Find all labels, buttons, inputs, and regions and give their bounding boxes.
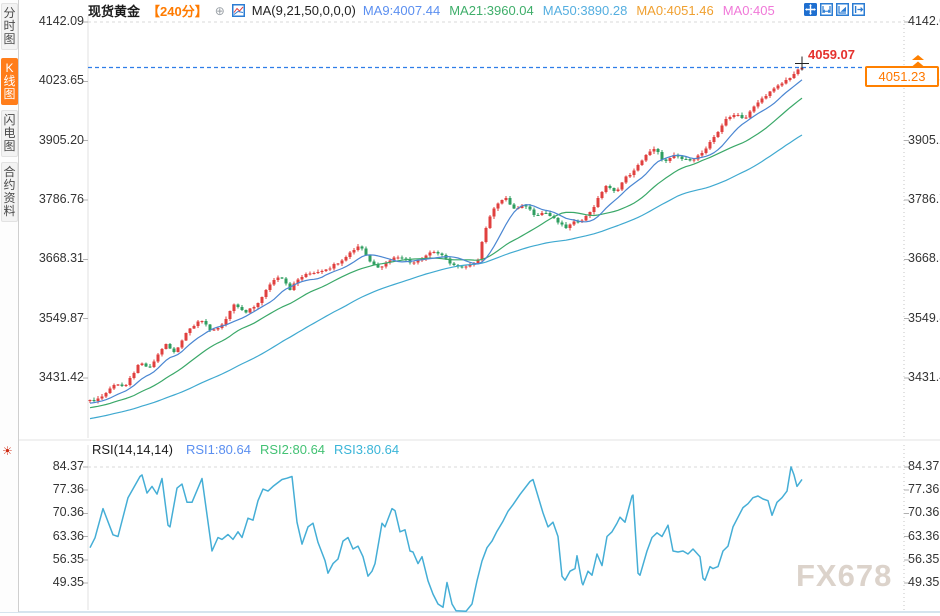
candlestick-chart[interactable] [0, 0, 940, 616]
axis-label: 3431.42 [908, 370, 940, 385]
ma4-value: MA0:4051.46 [636, 3, 713, 18]
axis-label: 3549.87 [24, 311, 84, 326]
axis-scale-icon[interactable] [836, 3, 849, 16]
sidebar-tab-2[interactable]: K线图 [1, 58, 18, 105]
indicator-chart-icon[interactable] [232, 4, 245, 17]
axis-label: 49.35 [24, 575, 84, 590]
rsi3-value: RSI3:80.64 [334, 442, 399, 457]
sidebar: 分时图 K线图闪电图合约资料 [0, 0, 19, 612]
ma3-value: MA50:3890.28 [543, 3, 628, 18]
sidebar-tab-3[interactable]: 闪电图 [1, 110, 18, 157]
rsi1-value: RSI1:80.64 [186, 442, 251, 457]
app-window: 分时图 K线图闪电图合约资料 ☀ 现货黄金 【240分】 ⊕ MA(9,21,50… [0, 0, 940, 616]
axis-label: 63.36 [24, 529, 84, 544]
ma-values: MA9:4007.44 MA21:3960.04 MA50:3890.28 MA0:4… [363, 3, 784, 18]
rsi-settings-label[interactable]: RSI(14,14,14) [92, 442, 173, 457]
axis-label: 3549.87 [908, 311, 940, 326]
sidebar-tab-4[interactable]: 合约资料 [1, 162, 18, 222]
sidebar-tab-1[interactable]: 分时图 [1, 3, 18, 50]
pan-move-icon[interactable] [804, 3, 817, 16]
rsi2-value: RSI2:80.64 [260, 442, 325, 457]
ma2-value: MA21:3960.04 [449, 3, 534, 18]
rsi-values: RSI1:80.64 RSI2:80.64 RSI3:80.64 [186, 442, 408, 457]
axis-label: 4142.09 [24, 14, 84, 29]
chart-header: 现货黄金 【240分】 ⊕ MA(9,21,50,0,0,0) MA9:4007… [88, 2, 802, 19]
axis-label: 77.36 [908, 482, 939, 497]
symbol-name: 现货黄金 [88, 2, 140, 19]
axis-label: 49.35 [908, 575, 939, 590]
ma5-value: MA0:405 [723, 3, 775, 18]
high-price-label: 4059.07 [808, 47, 855, 62]
axis-label: 3786.76 [908, 192, 940, 207]
axis-label: 77.36 [24, 482, 84, 497]
axis-range-icon[interactable] [820, 3, 833, 16]
axis-label: 3668.31 [908, 251, 940, 266]
axis-label: 3905.20 [24, 133, 84, 148]
ma1-value: MA9:4007.44 [363, 3, 440, 18]
axis-label: 70.36 [908, 505, 939, 520]
axis-label: 4023.65 [24, 73, 84, 88]
expand-icon[interactable]: ⊕ [215, 4, 225, 18]
exit-right-icon[interactable] [852, 3, 865, 16]
rsi-settings-icon[interactable]: ☀ [2, 444, 13, 458]
axis-label: 56.35 [908, 552, 939, 567]
axis-label: 84.37 [24, 459, 84, 474]
scroll-to-latest-icon[interactable] [911, 55, 925, 67]
period-selector[interactable]: 【240分】 [147, 2, 208, 19]
axis-label: 4142.09 [908, 14, 940, 29]
axis-label: 3786.76 [24, 192, 84, 207]
axis-label: 3668.31 [24, 251, 84, 266]
rsi-header: RSI(14,14,14) RSI1:80.64 RSI2:80.64 RSI3:8… [92, 442, 408, 457]
axis-label: 3431.42 [24, 370, 84, 385]
axis-label: 63.36 [908, 529, 939, 544]
chart-toolbar [804, 3, 865, 16]
last-price-box: 4051.23 [865, 66, 939, 87]
axis-label: 56.35 [24, 552, 84, 567]
axis-label: 70.36 [24, 505, 84, 520]
axis-label: 84.37 [908, 459, 939, 474]
axis-label: 3905.20 [908, 133, 940, 148]
ma-settings-label[interactable]: MA(9,21,50,0,0,0) [252, 3, 356, 18]
